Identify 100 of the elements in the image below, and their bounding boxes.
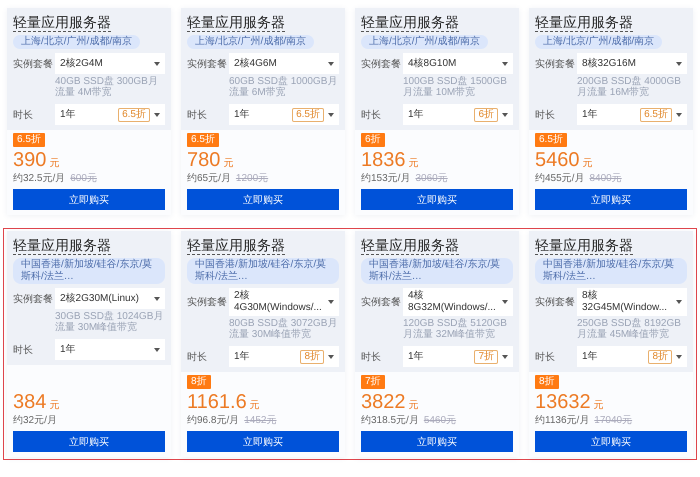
spec-text: 30GB SSD盘 1024GB月流量 30M峰值带宽 [55, 311, 164, 333]
region-tag: 中国香港/新加坡/硅谷/东京/莫斯科/法兰… [535, 258, 687, 284]
duration-label: 时长 [535, 350, 556, 364]
buy-button[interactable]: 立即购买 [535, 189, 687, 210]
price: 1161.6 [187, 390, 247, 414]
duration-select[interactable]: 1年 8折 [229, 346, 339, 367]
discount-badge: 8折 [187, 375, 211, 389]
plan-label: 实例套餐 [187, 296, 228, 309]
buy-button[interactable]: 立即购买 [187, 431, 339, 452]
caret-icon [676, 300, 682, 304]
monthly-price: 约65元/月 [187, 173, 231, 185]
duration-label: 时长 [187, 350, 208, 364]
card-title: 轻量应用服务器 [361, 14, 459, 32]
price-unit: 元 [594, 399, 604, 412]
region-tag: 上海/北京/广州/成都/南京 [361, 35, 488, 49]
card-title: 轻量应用服务器 [13, 14, 111, 32]
monthly-price: 约1136元/月 [535, 415, 590, 427]
duration-label: 时长 [13, 344, 34, 356]
price: 384 [13, 390, 46, 414]
price: 5460 [535, 148, 580, 172]
spec-text: 60GB SSD盘 1000GB月流量 6M带宽 [229, 76, 338, 98]
discount-badge: 6.5折 [535, 133, 567, 147]
original-price: 3060元 [415, 173, 448, 185]
plan-label: 实例套餐 [535, 58, 576, 70]
region-tag: 上海/北京/广州/成都/南京 [187, 35, 314, 49]
buy-button[interactable]: 立即购买 [361, 431, 513, 452]
original-price: 17040元 [594, 415, 632, 427]
original-price: 1452元 [244, 415, 276, 427]
monthly-price: 约153元/月 [361, 173, 410, 185]
spec-text: 200GB SSD盘 4000GB月流量 16M带宽 [577, 76, 682, 98]
card-title: 轻量应用服务器 [535, 237, 633, 255]
duration-label: 时长 [187, 108, 208, 122]
discount-badge: 6.5折 [187, 133, 219, 147]
card-title: 轻量应用服务器 [535, 14, 633, 32]
duration-label: 时长 [13, 108, 34, 122]
card-title: 轻量应用服务器 [13, 237, 111, 255]
price: 13632 [535, 390, 591, 414]
plan-select[interactable]: 2核4G30M(Windows/... [229, 288, 339, 316]
original-price: 600元 [70, 173, 97, 185]
price-unit: 元 [582, 157, 592, 170]
original-price: 8400元 [589, 173, 622, 185]
spec-text: 120GB SSD盘 5120GB月流量 32M峰值带宽 [403, 318, 508, 340]
region-tag: 中国香港/新加坡/硅谷/东京/莫斯科/法兰… [187, 258, 339, 284]
plan-select[interactable]: 4核8G10M [403, 53, 513, 74]
plan-select[interactable]: 8核32G16M [577, 53, 687, 74]
region-tag: 上海/北京/广州/成都/南京 [13, 35, 140, 49]
region-tag: 中国香港/新加坡/硅谷/东京/莫斯科/法兰… [13, 258, 165, 284]
caret-icon [502, 112, 508, 116]
discount-badge: 6折 [361, 133, 385, 147]
caret-icon [502, 300, 508, 304]
region-tag: 上海/北京/广州/成都/南京 [535, 35, 662, 49]
spec-text: 250GB SSD盘 8192GB月流量 45M峰值带宽 [577, 318, 682, 340]
caret-icon [154, 112, 160, 116]
duration-select[interactable]: 1年 8折 [577, 346, 687, 367]
buy-button[interactable]: 立即购买 [361, 189, 513, 210]
region-tag: 中国香港/新加坡/硅谷/东京/莫斯科/法兰… [361, 258, 513, 284]
discount-badge: 6.5折 [13, 133, 45, 147]
price-unit: 元 [49, 399, 60, 412]
original-price: 1200元 [236, 173, 268, 185]
plan-select[interactable]: 2核4G6M [229, 53, 339, 74]
buy-button[interactable]: 立即购买 [535, 431, 687, 452]
duration-select[interactable]: 1年 6.5折 [229, 104, 339, 125]
price-unit: 元 [408, 157, 418, 170]
caret-icon [502, 354, 508, 358]
caret-icon [502, 62, 508, 66]
monthly-price: 约32.5元/月 [13, 173, 66, 185]
plan-label: 实例套餐 [187, 58, 228, 70]
price: 390 [13, 148, 46, 172]
plan-label: 实例套餐 [361, 296, 402, 309]
caret-icon [676, 112, 682, 116]
plan-select[interactable]: 2核2G30M(Linux) [55, 288, 165, 309]
duration-select[interactable]: 1年 6折 [403, 104, 513, 125]
buy-button[interactable]: 立即购买 [13, 431, 165, 452]
discount-badge: 7折 [361, 375, 385, 389]
card-title: 轻量应用服务器 [361, 237, 459, 255]
buy-button[interactable]: 立即购买 [187, 189, 339, 210]
plan-label: 实例套餐 [361, 58, 402, 70]
caret-icon [328, 112, 334, 116]
buy-button[interactable]: 立即购买 [13, 189, 165, 210]
duration-select[interactable]: 1年 [55, 339, 165, 360]
discount-badge: 8折 [535, 375, 559, 389]
plan-label: 实例套餐 [535, 296, 576, 309]
plan-label: 实例套餐 [13, 58, 54, 70]
duration-select[interactable]: 1年 6.5折 [577, 104, 687, 125]
caret-icon [676, 354, 682, 358]
duration-select[interactable]: 1年 6.5折 [55, 104, 165, 125]
monthly-price: 约32元/月 [13, 415, 57, 427]
plan-select[interactable]: 8核32G45M(Window... [577, 288, 687, 316]
caret-icon [154, 348, 160, 352]
spec-text: 100GB SSD盘 1500GB月流量 10M带宽 [403, 76, 508, 98]
price-unit: 元 [250, 399, 260, 412]
plan-select[interactable]: 2核2G4M [55, 53, 165, 74]
duration-select[interactable]: 1年 7折 [403, 346, 513, 367]
duration-label: 时长 [361, 108, 382, 122]
caret-icon [154, 62, 160, 66]
plan-select[interactable]: 4核8G32M(Windows/... [403, 288, 513, 316]
price-unit: 元 [223, 157, 234, 170]
caret-icon [328, 62, 334, 66]
monthly-price: 约318.5元/月 [361, 415, 419, 427]
card-title: 轻量应用服务器 [187, 14, 285, 32]
